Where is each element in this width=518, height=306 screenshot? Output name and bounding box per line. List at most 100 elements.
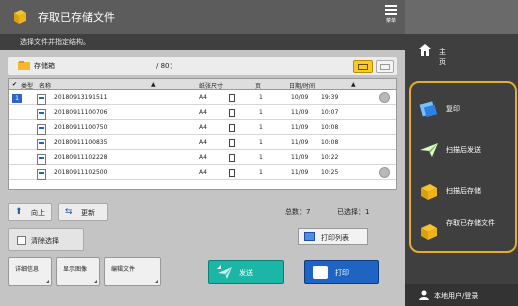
document-icon [37,169,46,180]
print-button[interactable]: 打印 [304,260,379,284]
file-browser: 存储箱 / 80： ✔ 类型 名称 ▲ 纸张尺寸 页 日期/时间 ▲ 1 201… [0,50,405,306]
send-button[interactable]: 发送 [208,260,284,284]
up-label: 向上 [31,209,45,217]
time: 10:22 [321,154,339,161]
paper-size: A4 [199,124,207,131]
send-label: 发送 [239,269,253,277]
folder-name: 存储箱 [34,62,55,70]
paper-size: A4 [199,139,207,146]
printer-icon [304,232,315,241]
sidebar-item-stored-files[interactable]: 存取已存储文件 [415,216,513,246]
details-button[interactable]: 详细信息 [8,257,52,286]
top-right-panel [405,0,518,34]
paper-size: A4 [199,94,207,101]
up-arrow-icon: ⬆ [15,207,23,217]
time: 10:08 [321,124,339,131]
header-date[interactable]: 日期/时间 [289,81,315,90]
scroll-up-button[interactable] [379,92,390,103]
file-name: 20180911102500 [54,169,108,176]
up-button[interactable]: ⬆ 向上 [8,203,52,221]
folder-icon [18,61,30,70]
file-name: 20180911102228 [54,154,108,161]
user-login-bar[interactable]: 本地用户/登录 [405,284,518,306]
list-view-button[interactable] [353,60,373,73]
table-header: ✔ 类型 名称 ▲ 纸张尺寸 页 日期/时间 ▲ [9,79,396,90]
header-name[interactable]: 名称 [39,81,51,90]
refresh-icon: ⇆ [65,207,73,217]
date: 11/09 [291,139,309,146]
page-count-cell: 1 [259,154,263,161]
selected-count: 已选择：1 [337,208,370,216]
user-icon [419,290,429,300]
table-row[interactable]: 20180911100750 A4 1 11/09 10:08 [9,120,396,135]
preview-button[interactable]: 显示图像 [56,257,100,286]
page-icon [229,139,235,147]
page-count-cell: 1 [259,139,263,146]
header-type[interactable]: 类型 [21,81,33,90]
clear-selection-button[interactable]: 清除选择 [8,228,84,251]
checkbox-icon [17,236,26,245]
refresh-label: 更新 [81,209,95,217]
sidebar-item-copy[interactable]: 复印 [415,94,513,124]
time: 10:25 [321,169,339,176]
page-icon [229,94,235,102]
scroll-down-button[interactable] [379,167,390,178]
file-name: 20180911100835 [54,139,108,146]
file-name: 20180913191511 [54,94,108,101]
scan-send-icon [420,143,438,157]
scan-store-icon [421,184,437,200]
document-icon [37,139,46,150]
document-icon [37,154,46,165]
page-icon [229,109,235,117]
print-list-button[interactable]: 打印列表 [298,228,368,245]
page-count-cell: 1 [259,109,263,116]
folder-bar: 存储箱 / 80： [8,57,397,75]
sort-icon: ▲ [351,81,356,88]
print-label: 打印 [335,269,349,277]
file-table: ✔ 类型 名称 ▲ 纸张尺寸 页 日期/时间 ▲ 1 2018091319151… [8,78,397,190]
details-label: 详细信息 [15,266,40,273]
page-count-cell: 1 [259,94,263,101]
time: 10:08 [321,139,339,146]
table-row[interactable]: 20180911100835 A4 1 11/09 10:08 [9,135,396,150]
document-icon [37,109,46,120]
refresh-button[interactable]: ⇆ 更新 [58,203,108,221]
file-name: 20180911100706 [54,109,108,116]
table-row[interactable]: 20180911102500 A4 1 11/09 10:25 [9,165,396,180]
clear-selection-label: 清除选择 [31,237,59,245]
total-count: 总数：7 [285,208,311,216]
check-header-icon: ✔ [12,81,18,88]
edit-file-label: 编辑文件 [111,266,136,273]
sidebar-item-scan-store[interactable]: 扫描后存储 [415,176,513,206]
sidebar-item-scan-send[interactable]: 扫描后发送 [415,135,513,165]
date: 10/09 [291,94,309,101]
copy-icon [419,101,438,118]
table-row[interactable]: 1 20180913191511 A4 1 10/09 19:39 [9,90,396,105]
preview-label: 显示图像 [63,266,88,273]
hamburger-menu-icon [385,5,397,15]
document-icon [37,124,46,135]
edit-file-button[interactable]: 编辑文件 [104,257,161,286]
paper-size: A4 [199,109,207,116]
file-name: 20180911100750 [54,124,108,131]
page-icon [229,154,235,162]
table-row[interactable]: 20180911100706 A4 1 11/09 10:07 [9,105,396,120]
home-label: 主页 [439,48,446,66]
user-label: 本地用户/登录 [434,292,479,300]
sidebar-item-label: 存取已存储文件 [446,219,495,227]
sidebar-item-label: 扫描后发送 [446,146,481,154]
sidebar-item-label: 复印 [446,105,460,113]
page-icon [229,169,235,177]
date: 11/09 [291,109,309,116]
page-count-cell: 1 [259,124,263,131]
table-row[interactable]: 20180911102228 A4 1 11/09 10:22 [9,150,396,165]
print-list-label: 打印列表 [321,234,349,242]
paper-size: A4 [199,169,207,176]
header-pages[interactable]: 页 [255,81,261,90]
thumbnail-view-button[interactable] [376,60,394,73]
header-size[interactable]: 纸张尺寸 [199,81,223,90]
menu-button[interactable]: 菜单 [378,3,404,31]
page-count-cell: 1 [259,169,263,176]
stored-files-icon [421,224,437,240]
date: 11/09 [291,169,309,176]
